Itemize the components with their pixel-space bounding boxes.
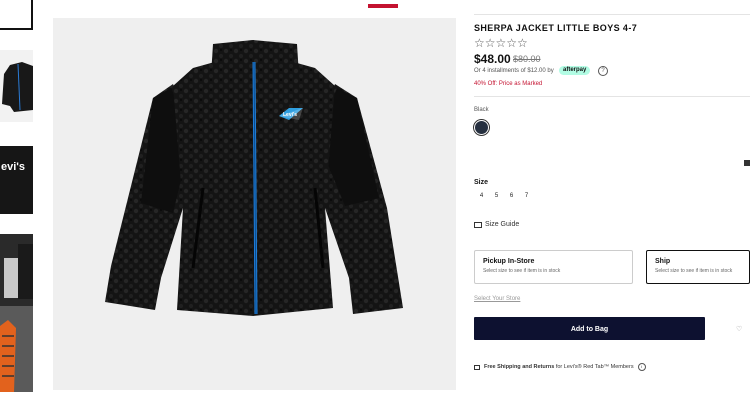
sale-price: $48.00 <box>474 52 511 66</box>
original-price: $80.00 <box>513 54 541 64</box>
thumbnail-rail: evi's <box>0 0 36 400</box>
thumbnail-back-image: evi's <box>0 146 33 214</box>
share-icon[interactable] <box>744 160 750 166</box>
wishlist-icon[interactable]: ♡ <box>736 325 742 333</box>
thumbnail-logo-text: evi's <box>1 161 25 173</box>
shipping-bold-text: Free Shipping and Returns <box>484 364 555 370</box>
top-divider <box>474 14 750 15</box>
pickup-in-store-option[interactable]: Pickup In-Store Select size to see if it… <box>474 250 633 284</box>
size-option-5[interactable]: 5 <box>489 193 504 199</box>
installments-text: Or 4 installments of $12.00 by <box>474 68 554 74</box>
thumbnail-1[interactable] <box>0 50 33 122</box>
product-details-panel: SHERPA JACKET LITTLE BOYS 4-7 ☆☆☆☆☆ $48.… <box>474 0 750 400</box>
main-product-image[interactable]: Levi's <box>53 18 456 390</box>
rating-stars[interactable]: ☆☆☆☆☆ <box>474 36 528 50</box>
ship-option[interactable]: Ship Select size to see if item is in st… <box>646 250 750 284</box>
thumbnail-0[interactable] <box>0 0 33 30</box>
divider <box>474 96 750 97</box>
ship-subtext: Select size to see if item is in stock <box>655 268 733 274</box>
thumbnail-4[interactable] <box>0 306 33 392</box>
shipping-banner: Free Shipping and Returns for Levi's® Re… <box>474 363 646 371</box>
pickup-title: Pickup In-Store <box>483 258 535 265</box>
ship-title: Ship <box>655 258 671 265</box>
size-option-4[interactable]: 4 <box>474 193 489 199</box>
thumbnail-jacket-image <box>2 62 33 112</box>
thumbnail-detail-image <box>0 234 33 306</box>
jacket-logo-text: Levi's <box>283 112 297 118</box>
ruler-icon <box>474 221 482 228</box>
discount-text: 40% Off: Price as Marked <box>474 81 543 87</box>
size-label: Size <box>474 179 489 186</box>
pickup-subtext: Select size to see if item is in stock <box>483 268 561 274</box>
add-to-bag-button[interactable]: Add to Bag <box>474 317 705 340</box>
afterpay-badge[interactable]: afterpay <box>559 66 591 75</box>
product-title: SHERPA JACKET LITTLE BOYS 4-7 <box>474 23 638 33</box>
brand-logo-icon[interactable] <box>368 0 398 12</box>
shipping-info-icon[interactable]: i <box>637 363 646 371</box>
thumbnail-3[interactable] <box>0 234 33 306</box>
afterpay-info-icon[interactable]: ? <box>598 66 608 76</box>
color-label: Black <box>474 107 489 113</box>
size-guide-label: Size Guide <box>485 221 520 228</box>
truck-icon <box>474 364 480 370</box>
sherpa-jacket-image: Levi's <box>105 40 403 316</box>
size-option-6[interactable]: 6 <box>504 193 519 199</box>
size-guide-link[interactable]: Size Guide <box>474 221 519 228</box>
thumbnail-model-image <box>0 306 33 392</box>
size-options: 4 5 6 7 <box>474 193 534 199</box>
shipping-rest-text: for Levi's® Red Tab™ Members <box>554 364 634 370</box>
size-option-7[interactable]: 7 <box>519 193 534 199</box>
select-store-link[interactable]: Select Your Store <box>474 296 520 302</box>
color-swatch-black[interactable] <box>475 121 488 134</box>
thumbnail-2[interactable]: evi's <box>0 142 33 214</box>
